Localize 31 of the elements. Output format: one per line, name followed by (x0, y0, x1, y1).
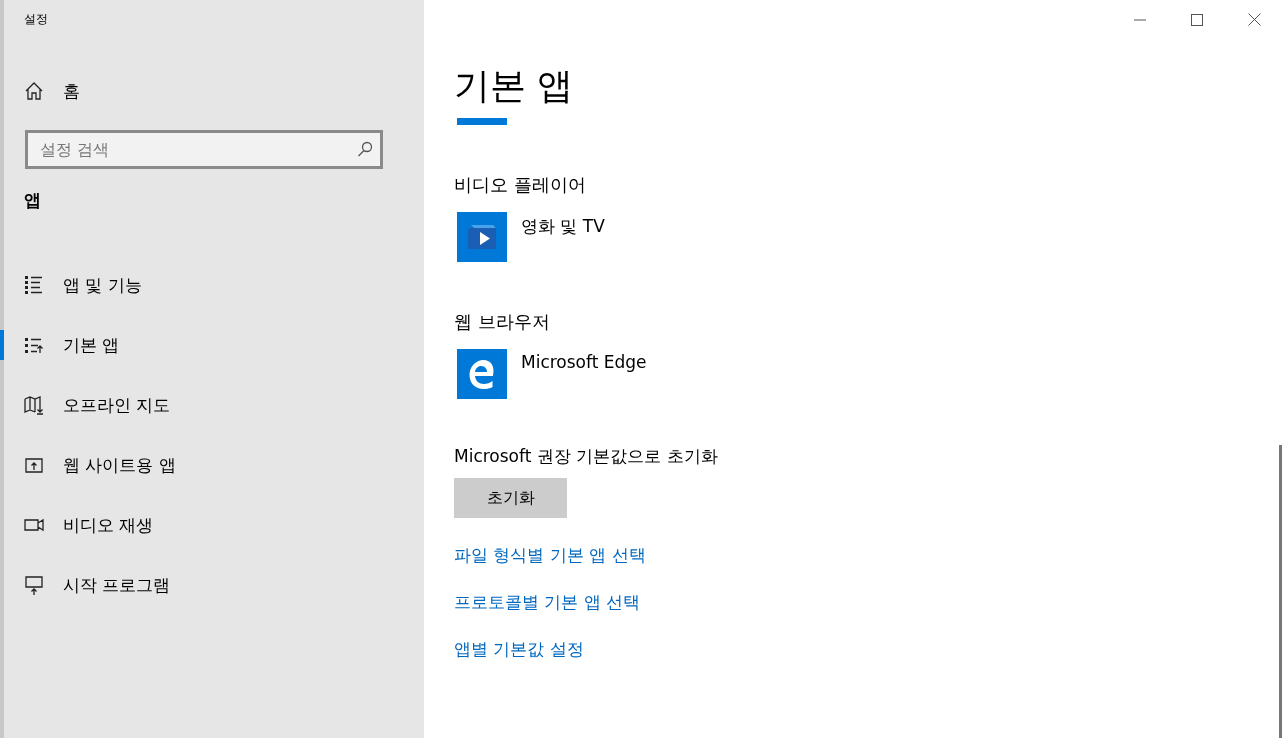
reset-label: Microsoft 권장 기본값으로 초기화 (454, 445, 718, 468)
reset-button[interactable]: 초기화 (454, 478, 567, 518)
map-icon (24, 394, 44, 416)
search-field[interactable]: 설정 검색 (25, 130, 383, 169)
page-title: 기본 앱 (454, 64, 574, 108)
sidebar-item[interactable]: 앱 및 기능 (0, 255, 376, 315)
default-app-button[interactable]: 영화 및 TV (457, 212, 605, 262)
search-icon (357, 141, 373, 157)
section-heading: 앱 (24, 189, 42, 212)
home-icon (24, 81, 44, 101)
settings-link[interactable]: 앱별 기본값 설정 (454, 638, 584, 661)
scrollbar-thumb[interactable] (1279, 445, 1282, 738)
section-heading: 웹 브라우저 (454, 310, 550, 334)
settings-link[interactable]: 프로토콜별 기본 앱 선택 (454, 591, 641, 614)
sidebar-item[interactable]: 시작 프로그램 (0, 555, 376, 615)
monitor-arrow-icon (24, 574, 44, 596)
title-underline (457, 118, 507, 125)
sidebar-item[interactable]: 웹 사이트용 앱 (0, 435, 376, 495)
sidebar-item[interactable]: 오프라인 지도 (0, 375, 376, 435)
sidebar-item[interactable]: 기본 앱 (0, 315, 376, 375)
film-play-icon (457, 212, 507, 262)
settings-link[interactable]: 파일 형식별 기본 앱 선택 (454, 544, 646, 567)
sidebar-item[interactable]: 비디오 재생 (0, 495, 376, 555)
edge-logo-icon (457, 349, 507, 399)
default-app-button[interactable]: Microsoft Edge (457, 349, 647, 399)
section-heading: 비디오 플레이어 (454, 173, 586, 197)
home-link[interactable]: 홈 (0, 61, 376, 121)
maximize-icon (1191, 13, 1203, 26)
window-title: 설정 (24, 11, 49, 28)
close-icon (1248, 13, 1261, 26)
list-icon (24, 274, 44, 296)
